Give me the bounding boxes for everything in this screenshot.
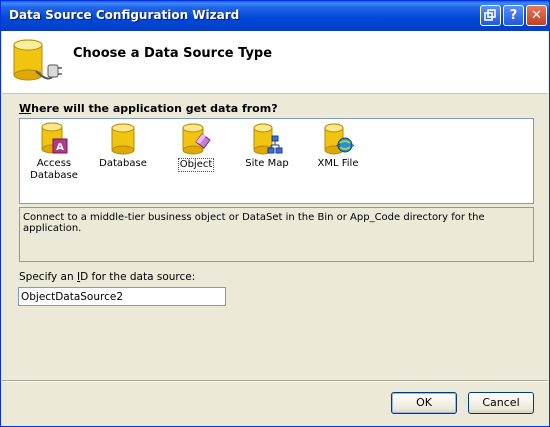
source-question-label: Where will the application get data from… — [19, 102, 278, 115]
id-field-label: Specify an ID for the data source: — [19, 271, 196, 283]
database-icon — [111, 123, 135, 155]
data-source-id-input[interactable] — [18, 287, 226, 306]
site-map-icon — [253, 123, 283, 155]
help-button[interactable]: ? — [503, 5, 524, 26]
restore-icon — [484, 9, 496, 21]
restore-button[interactable] — [480, 5, 501, 26]
access-database-icon: A — [41, 122, 68, 154]
source-item-site-map[interactable]: Site Map — [237, 122, 297, 170]
svg-text:A: A — [56, 142, 64, 153]
cancel-button[interactable]: Cancel — [468, 392, 534, 414]
svg-text:>: > — [350, 141, 354, 150]
source-item-object[interactable]: Object — [166, 122, 226, 172]
wizard-window: Data Source Configuration Wizard ? ✕ Cho… — [0, 0, 550, 427]
window-title: Data Source Configuration Wizard — [9, 8, 240, 22]
object-icon — [182, 123, 211, 155]
source-item-database[interactable]: Database — [93, 122, 153, 170]
database-plug-icon — [13, 39, 62, 81]
ok-button[interactable]: OK — [391, 392, 457, 414]
wizard-header: Choose a Data Source Type — [2, 31, 548, 94]
xml-file-icon: < > — [324, 123, 354, 155]
source-item-access-database[interactable]: A Access Database — [24, 122, 84, 182]
footer-divider — [2, 380, 548, 382]
title-bar[interactable]: Data Source Configuration Wizard ? ✕ — [1, 1, 549, 31]
help-icon: ? — [509, 8, 518, 23]
data-source-list[interactable]: A Access Database Database Object Site M… — [19, 118, 534, 204]
close-button[interactable]: ✕ — [526, 5, 547, 26]
source-item-xml-file[interactable]: < > XML File — [308, 122, 368, 170]
source-description: Connect to a middle-tier business object… — [19, 207, 534, 262]
close-icon: ✕ — [531, 8, 542, 23]
page-title: Choose a Data Source Type — [73, 46, 273, 61]
svg-text:<: < — [336, 141, 341, 150]
